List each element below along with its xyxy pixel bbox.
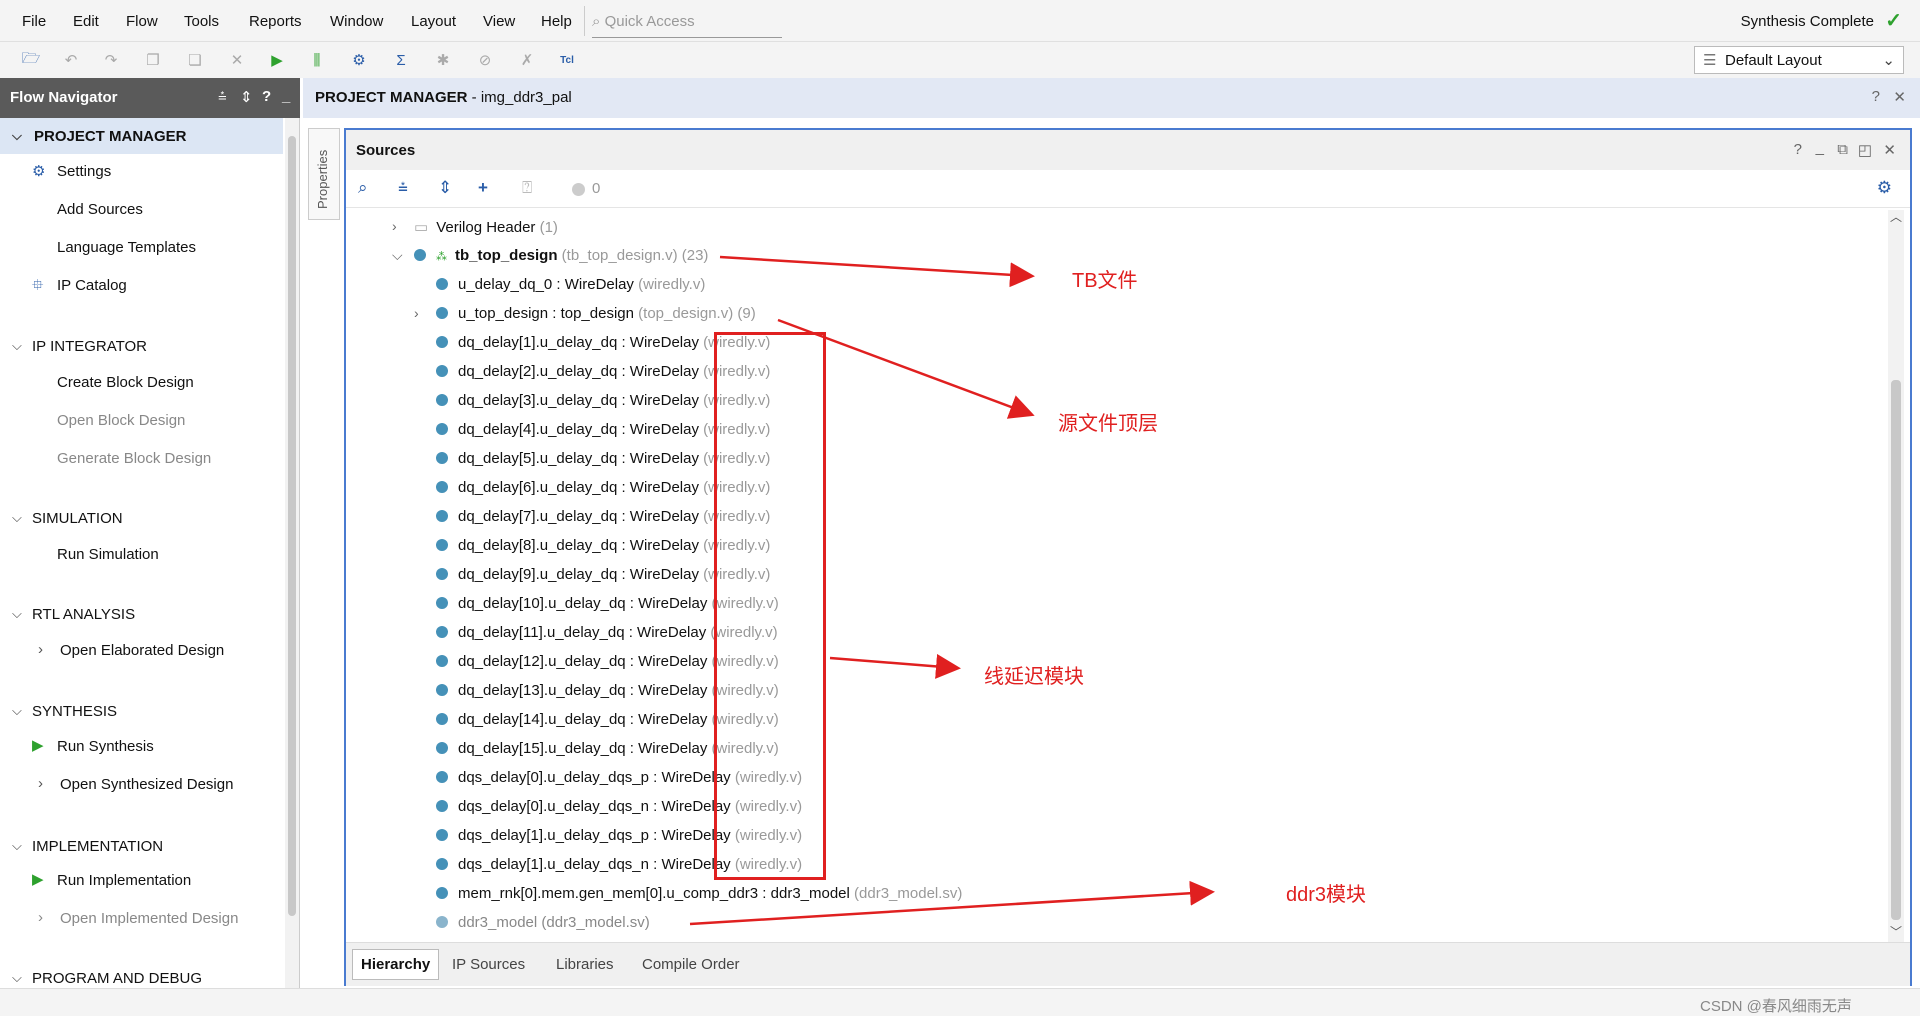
arrow-ddr3 — [689, 880, 1215, 926]
annotation-arrows — [689, 255, 1215, 926]
watermark: CSDN @春风细雨无声 — [1700, 998, 1852, 1015]
arrow-top — [777, 318, 1035, 419]
arrow-tb — [719, 255, 1035, 288]
annotation-ddr3: ddr3模块 — [1286, 884, 1367, 906]
annotation-top: 源文件顶层 — [1058, 413, 1158, 435]
arrow-wire — [829, 653, 961, 679]
status-bar: CSDN @春风细雨无声 — [0, 988, 1920, 1016]
annotation-wire: 线延迟模块 — [984, 666, 1084, 688]
annotation-tb: TB文件 — [1072, 270, 1138, 292]
